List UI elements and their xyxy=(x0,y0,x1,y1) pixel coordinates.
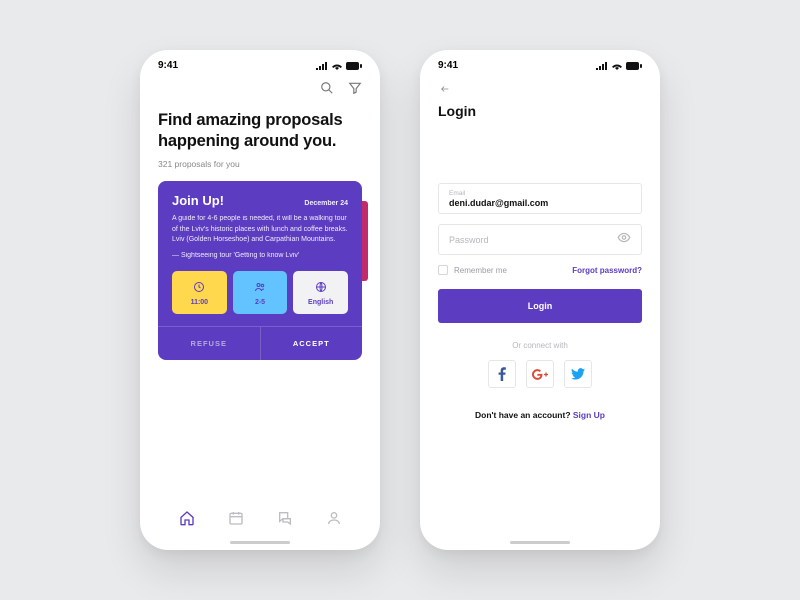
wifi-icon xyxy=(611,62,623,70)
filter-icon[interactable] xyxy=(348,81,362,100)
card-title: Join Up! xyxy=(172,193,224,208)
accept-button[interactable]: ACCEPT xyxy=(261,327,363,360)
wifi-icon xyxy=(331,62,343,70)
twitter-icon xyxy=(571,368,585,380)
signup-link[interactable]: Sign Up xyxy=(573,410,605,420)
social-google[interactable] xyxy=(526,360,554,388)
signal-icon xyxy=(596,62,608,70)
chip-language[interactable]: English xyxy=(293,271,348,314)
login-button[interactable]: Login xyxy=(438,289,642,323)
card-source: — Sightseeing tour 'Getting to know Lviv… xyxy=(172,252,348,259)
page-headline: Find amazing proposals happening around … xyxy=(158,110,362,151)
people-icon xyxy=(254,281,266,293)
remember-checkbox[interactable] xyxy=(438,265,448,275)
tab-calendar[interactable] xyxy=(228,510,244,531)
facebook-icon xyxy=(498,367,506,381)
or-connect-label: Or connect with xyxy=(438,341,642,350)
chip-people[interactable]: 2-5 xyxy=(233,271,288,314)
back-button[interactable] xyxy=(438,81,642,99)
tab-profile[interactable] xyxy=(326,510,342,531)
social-twitter[interactable] xyxy=(564,360,592,388)
status-time: 9:41 xyxy=(158,60,178,71)
remember-label: Remember me xyxy=(454,266,507,275)
search-icon[interactable] xyxy=(320,81,334,100)
home-indicator xyxy=(230,541,290,544)
signup-line: Don't have an account? Sign Up xyxy=(438,410,642,420)
status-bar: 9:41 xyxy=(140,50,380,75)
globe-icon xyxy=(315,281,327,293)
refuse-button[interactable]: REFUSE xyxy=(158,327,261,360)
chip-lang-value: English xyxy=(308,299,333,306)
eye-icon[interactable] xyxy=(617,230,631,249)
chip-time[interactable]: 11:00 xyxy=(172,271,227,314)
email-value: deni.dudar@gmail.com xyxy=(449,198,631,208)
proposal-card[interactable]: Join Up! December 24 A guide for 4-6 peo… xyxy=(158,181,362,360)
email-field[interactable]: Email deni.dudar@gmail.com xyxy=(438,183,642,214)
clock-icon xyxy=(193,281,205,293)
card-date: December 24 xyxy=(304,200,348,207)
phone-login: 9:41 Login Email deni.dudar@gmail.com Pa… xyxy=(420,50,660,550)
battery-icon xyxy=(626,62,642,70)
proposal-count: 321 proposals for you xyxy=(158,159,362,169)
password-label: Password xyxy=(449,231,631,249)
status-time: 9:41 xyxy=(438,60,458,71)
card-description: A guide for 4-6 people is needed, it wil… xyxy=(172,214,348,246)
home-indicator xyxy=(510,541,570,544)
status-bar: 9:41 xyxy=(420,50,660,75)
signal-icon xyxy=(316,62,328,70)
tab-chat[interactable] xyxy=(277,510,293,531)
google-plus-icon xyxy=(532,369,548,380)
signup-prompt: Don't have an account? xyxy=(475,410,573,420)
remember-me[interactable]: Remember me xyxy=(438,265,507,275)
forgot-password-link[interactable]: Forgot password? xyxy=(572,266,642,275)
tab-home[interactable] xyxy=(179,510,195,531)
status-icons xyxy=(596,62,642,70)
battery-icon xyxy=(346,62,362,70)
tab-bar xyxy=(140,500,380,537)
phone-proposals: 9:41 Find amazing proposals happening ar… xyxy=(140,50,380,550)
chip-people-value: 2-5 xyxy=(255,299,265,306)
social-facebook[interactable] xyxy=(488,360,516,388)
status-icons xyxy=(316,62,362,70)
chip-time-value: 11:00 xyxy=(191,299,209,306)
next-card-peek xyxy=(362,201,368,281)
login-title: Login xyxy=(438,103,642,119)
email-label: Email xyxy=(449,190,631,197)
password-field[interactable]: Password xyxy=(438,224,642,255)
